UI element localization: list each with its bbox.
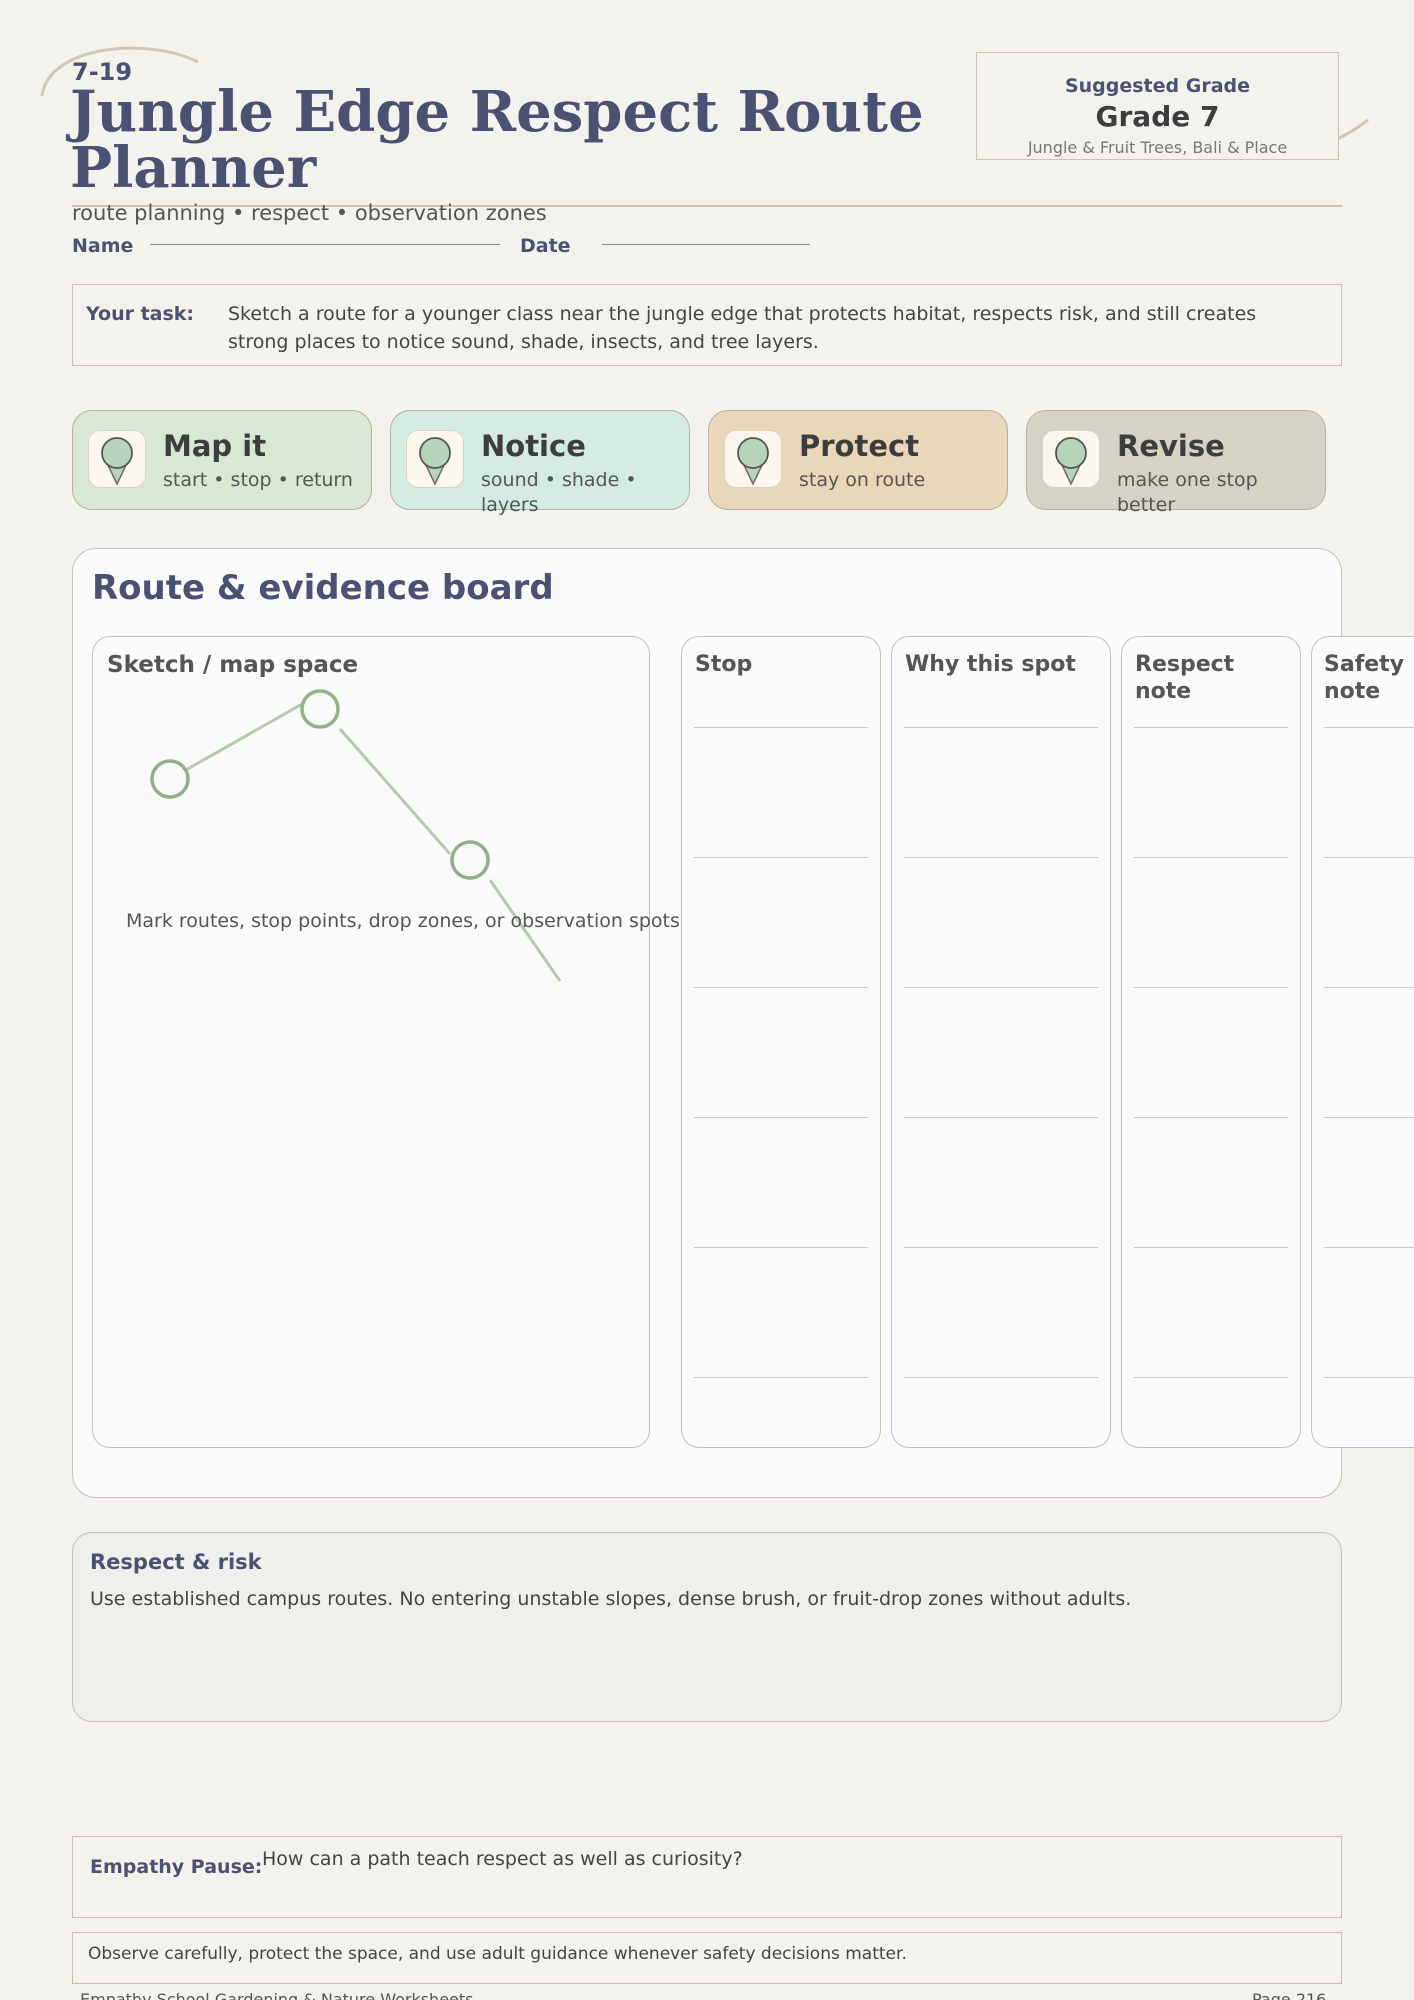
ice-cream-cone-icon	[737, 437, 769, 486]
write-line	[1324, 1117, 1414, 1118]
page-subtitle: route planning • respect • observation z…	[72, 201, 547, 225]
step-icon-tile	[406, 430, 464, 488]
step-title: Revise	[1117, 429, 1225, 463]
column-safety-note[interactable]: Safety note	[1311, 636, 1414, 1448]
name-label: Name	[72, 235, 134, 257]
footer-note: Observe carefully, protect the space, an…	[88, 1944, 907, 1964]
board-title: Route & evidence board	[92, 568, 554, 608]
write-line	[694, 1117, 868, 1118]
column-why-this-spot[interactable]: Why this spot	[891, 636, 1111, 1448]
route-segment	[338, 728, 452, 855]
respect-risk-title: Respect & risk	[90, 1550, 262, 1574]
sketch-title: Sketch / map space	[107, 652, 359, 678]
write-line	[694, 987, 868, 988]
route-stop-marker	[300, 689, 340, 729]
page-title: Jungle Edge Respect Route Planner	[70, 79, 924, 201]
write-line	[904, 1117, 1098, 1118]
write-line	[1134, 1377, 1288, 1378]
ice-cream-cone-icon	[1055, 437, 1087, 486]
write-line	[904, 987, 1098, 988]
column-header: Respect note	[1135, 652, 1235, 704]
step-subtitle: start • stop • return	[163, 469, 353, 491]
step-subtitle: sound • shade • layers	[481, 469, 637, 516]
write-line	[904, 857, 1098, 858]
write-line	[694, 727, 868, 728]
column-respect-note[interactable]: Respect note	[1121, 636, 1301, 1448]
route-stop-marker	[450, 840, 490, 880]
sample-route-sketch	[150, 689, 562, 982]
route-stop-marker	[150, 759, 190, 799]
write-line	[904, 727, 1098, 728]
write-line	[904, 1377, 1098, 1378]
step-icon-tile	[1042, 430, 1100, 488]
write-line	[1324, 987, 1414, 988]
write-line	[1134, 1117, 1288, 1118]
suggested-grade-box: Suggested Grade Grade 7 Jungle & Fruit T…	[976, 52, 1339, 160]
step-subtitle: stay on route	[799, 469, 926, 491]
step-card-notice: Notice sound • shade • layers	[390, 410, 690, 516]
step-icon-tile	[88, 430, 146, 488]
ice-cream-cone-icon	[419, 437, 451, 486]
task-text: Sketch a route for a younger class near …	[228, 303, 1257, 353]
step-card-revise: Revise make one stop better	[1026, 410, 1326, 516]
sketch-instruction: Mark routes, stop points, drop zones, or…	[126, 910, 686, 932]
empathy-pause-label: Empathy Pause:	[90, 1856, 263, 1878]
write-line	[1324, 1377, 1414, 1378]
write-line	[1134, 727, 1288, 728]
route-segment	[169, 693, 319, 781]
write-line	[1324, 857, 1414, 858]
write-line	[1324, 727, 1414, 728]
step-title: Protect	[799, 429, 920, 463]
step-title: Notice	[481, 429, 586, 463]
write-line	[1134, 1247, 1288, 1248]
step-icon-tile	[724, 430, 782, 488]
step-card-map-it: Map it start • stop • return	[72, 410, 372, 510]
name-field[interactable]	[150, 244, 500, 245]
step-subtitle: make one stop better	[1117, 469, 1258, 516]
page-number: Page 216	[1252, 1990, 1327, 2000]
write-line	[904, 1247, 1098, 1248]
column-header: Stop	[695, 652, 753, 677]
write-line	[1134, 857, 1288, 858]
write-line	[694, 1377, 868, 1378]
step-title: Map it	[163, 429, 267, 463]
footer-series-name: Empathy School Gardening & Nature Worksh…	[80, 1990, 474, 2000]
write-line	[694, 1247, 868, 1248]
column-stop[interactable]: Stop	[681, 636, 881, 1448]
ice-cream-cone-icon	[101, 437, 133, 486]
write-line	[1324, 1247, 1414, 1248]
date-label: Date	[520, 235, 571, 257]
write-line	[1134, 987, 1288, 988]
respect-risk-box	[72, 1532, 1342, 1722]
empathy-pause-question: How can a path teach respect as well as …	[262, 1848, 743, 1870]
write-line	[694, 857, 868, 858]
step-card-protect: Protect stay on route	[708, 410, 1008, 510]
date-field[interactable]	[602, 244, 810, 245]
suggested-grade-value: Grade 7	[1095, 100, 1220, 133]
suggested-grade-label: Suggested Grade	[1064, 75, 1251, 97]
task-label: Your task:	[86, 303, 195, 325]
column-header: Safety note	[1324, 652, 1405, 704]
respect-risk-text: Use established campus routes. No enteri…	[90, 1588, 1132, 1610]
task-box: Your task: Sketch a route for a younger …	[72, 284, 1342, 366]
suggested-grade-caption: Jungle & Fruit Trees, Bali & Place	[1027, 138, 1288, 157]
column-header: Why this spot	[905, 652, 1076, 677]
